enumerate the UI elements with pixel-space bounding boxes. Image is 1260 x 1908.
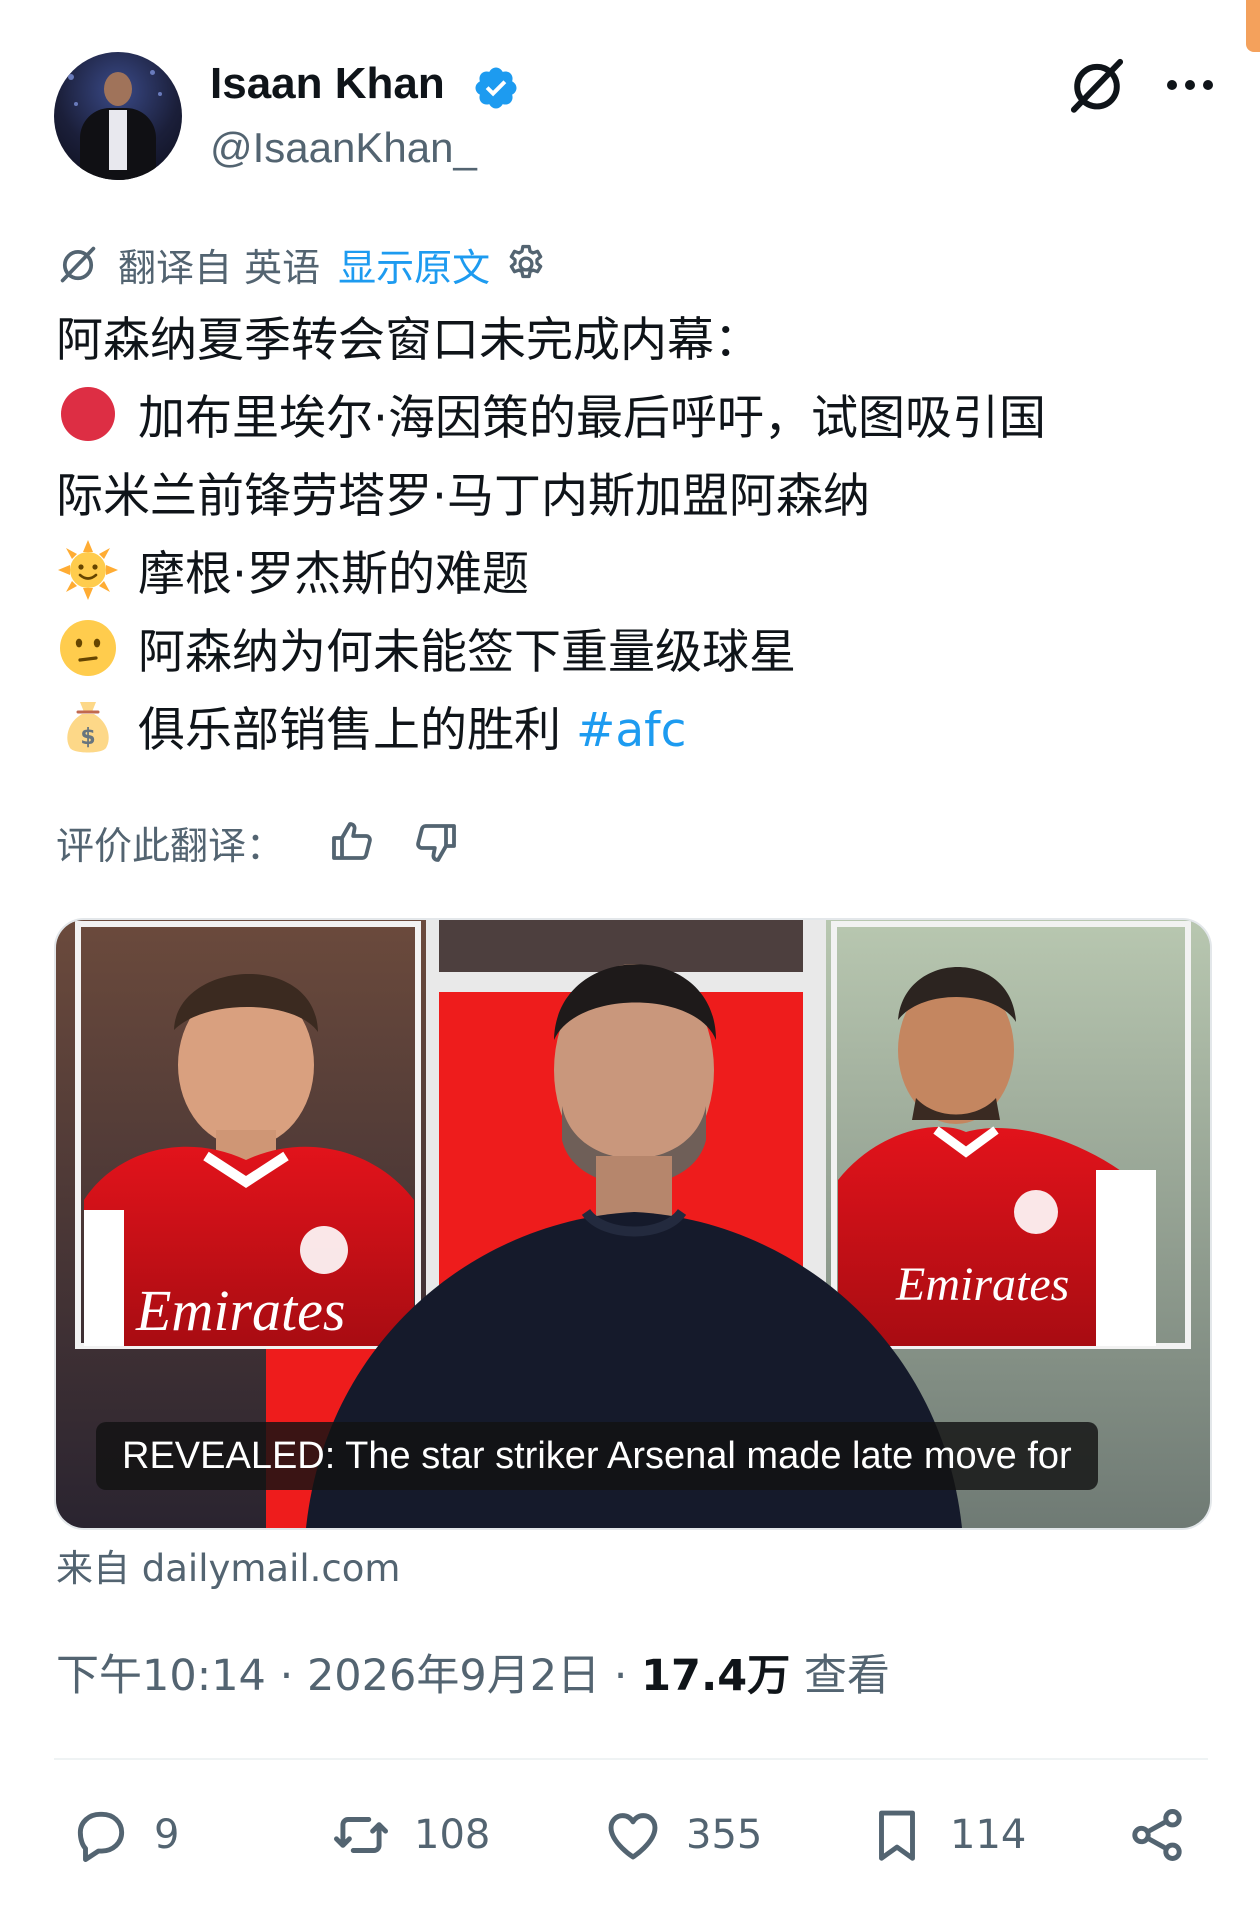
tweet-line-3: 际米兰前锋劳塔罗·马丁内斯加盟阿森纳 [56, 469, 870, 524]
neutral-face-emoji [60, 620, 116, 676]
reply-icon [77, 1811, 125, 1862]
hashtag-link[interactable]: #afc [576, 703, 687, 758]
like-button[interactable]: 355 [602, 1800, 762, 1870]
link-preview-card[interactable]: Emirates Emirates REVEALED: The star str… [54, 918, 1212, 1530]
gear-icon[interactable] [504, 242, 548, 286]
meta-separator: · [613, 1651, 642, 1701]
tweet-line-5: 阿森纳为何未能签下重量级球星 [56, 614, 1206, 692]
tweet-meta: 下午10:14 · 2026年9月2日 · 17.4万 查看 [56, 1646, 890, 1706]
repost-button[interactable]: 108 [330, 1800, 490, 1870]
money-bag-emoji: $ [67, 702, 109, 753]
sun-with-face-emoji [58, 540, 118, 600]
tweet-line-6-text: 俱乐部销售上的胜利 [138, 703, 561, 758]
meta-separator: · [279, 1651, 307, 1701]
tweet-line-2-text: 加布里埃尔·海因策的最后呼吁，试图吸引国 [138, 391, 1046, 446]
show-original-link[interactable]: 显示原文 [338, 237, 490, 292]
translated-from-label: 翻译自 英语 [118, 245, 321, 290]
repost-icon [334, 1817, 388, 1853]
bookmark-icon [879, 1810, 915, 1861]
svg-text:Emirates: Emirates [895, 1258, 1069, 1311]
tweet-line-1: 阿森纳夏季转会窗口未完成内幕： [56, 313, 761, 368]
thumbs-up-icon[interactable] [328, 818, 376, 866]
tweet-text: 阿森纳夏季转会窗口未完成内幕： 加布里埃尔·海因策的最后呼吁，试图吸引国 际米兰… [56, 302, 1206, 770]
tweet-line-4: 摩根·罗杰斯的难题 [56, 536, 1206, 614]
svg-text:Emirates: Emirates [135, 1278, 345, 1343]
tweet-line-4-text: 摩根·罗杰斯的难题 [138, 547, 529, 602]
grok-icon[interactable] [1064, 52, 1130, 118]
author-name[interactable]: Isaan Khan [210, 54, 445, 114]
rate-translation: 评价此翻译： [56, 812, 496, 872]
views-label: 查看 [803, 1651, 890, 1701]
divider [54, 1758, 1208, 1760]
bookmark-count: 114 [950, 1812, 1027, 1858]
tweet-line-6: $ 俱乐部销售上的胜利 #afc [56, 692, 1206, 770]
grok-translate-icon [60, 246, 96, 283]
reply-button[interactable]: 9 [70, 1800, 179, 1870]
views-count: 17.4万 [641, 1651, 791, 1701]
reply-count: 9 [154, 1812, 180, 1858]
like-count: 355 [686, 1812, 763, 1858]
verified-badge-icon [475, 67, 517, 109]
tweet-line-2: 加布里埃尔·海因策的最后呼吁，试图吸引国 [56, 380, 1206, 458]
post-date[interactable]: 2026年9月2日 [307, 1651, 600, 1701]
svg-text:$: $ [80, 725, 95, 750]
scroll-indicator[interactable] [1246, 0, 1260, 52]
red-circle-emoji [61, 387, 115, 441]
link-source[interactable]: 来自 dailymail.com [56, 1544, 400, 1594]
heart-icon [608, 1813, 658, 1860]
media-caption: REVEALED: The star striker Arsenal made … [96, 1422, 1098, 1490]
tweet-line-5-text: 阿森纳为何未能签下重量级球星 [138, 625, 796, 680]
translation-bar: 翻译自 英语 显示原文 [56, 236, 548, 292]
post-time[interactable]: 下午10:14 [56, 1651, 266, 1701]
thumbs-down-icon[interactable] [412, 818, 460, 866]
share-icon [1132, 1809, 1182, 1861]
more-options-icon[interactable] [1160, 60, 1220, 110]
rate-translation-label: 评价此翻译： [56, 823, 285, 868]
avatar[interactable] [54, 52, 182, 180]
share-button[interactable] [1126, 1800, 1188, 1870]
action-bar: 9 108 355 114 [70, 1800, 1200, 1870]
tweet-header: Isaan Khan @IsaanKhan_ [54, 52, 1214, 182]
repost-count: 108 [414, 1812, 491, 1858]
bookmark-button[interactable]: 114 [866, 1800, 1026, 1870]
author-handle[interactable]: @IsaanKhan_ [210, 120, 477, 176]
